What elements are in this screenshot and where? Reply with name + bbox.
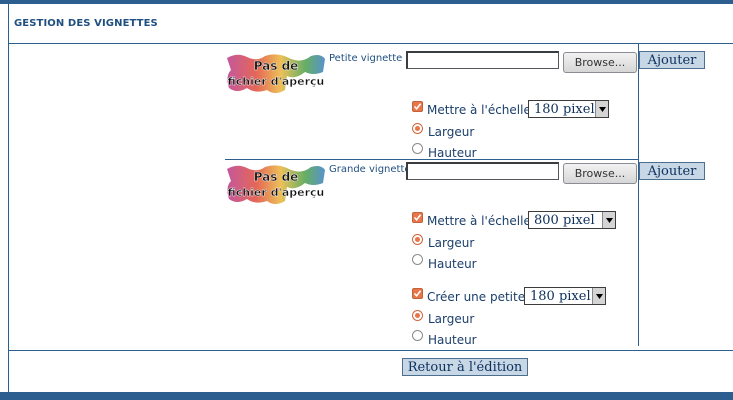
create-small-checkbox[interactable]	[412, 288, 423, 299]
chevron-down-icon	[602, 212, 615, 228]
create-width-label: Largeur	[428, 312, 475, 326]
create-small-select[interactable]: 180 pixel	[524, 287, 606, 305]
preview-text-line1: Pas de	[254, 170, 299, 184]
small-thumbnail-browse-button[interactable]: Browse...	[563, 52, 637, 73]
footer-divider	[8, 350, 733, 351]
left-border	[8, 4, 9, 392]
large-thumbnail-preview: Pas de fichier d'aperçu	[227, 165, 325, 204]
check-icon	[413, 290, 422, 298]
create-height-label: Hauteur	[428, 333, 477, 347]
small-scale-label: Mettre à l'échelle	[427, 103, 531, 117]
large-thumbnail-add-button[interactable]: Ajouter	[639, 162, 705, 180]
small-thumbnail-add-button[interactable]: Ajouter	[639, 51, 705, 69]
check-icon	[413, 103, 422, 111]
small-scale-checkbox[interactable]	[412, 101, 423, 112]
small-width-radio[interactable]	[412, 123, 423, 134]
chevron-down-icon	[595, 101, 608, 117]
create-width-radio[interactable]	[412, 310, 423, 321]
large-height-radio[interactable]	[412, 254, 423, 265]
small-thumbnail-label: Petite vignette	[329, 53, 403, 64]
small-scale-select[interactable]: 180 pixel	[528, 100, 609, 118]
large-width-label: Largeur	[428, 236, 475, 250]
preview-text-line1: Pas de	[254, 59, 299, 73]
small-height-label: Hauteur	[428, 146, 477, 160]
bottom-border	[0, 392, 733, 400]
large-scale-label: Mettre à l'échelle	[427, 214, 531, 228]
create-small-label: Créer une petite	[427, 290, 526, 304]
create-small-value: 180 pixel	[530, 288, 591, 304]
create-height-radio[interactable]	[412, 330, 423, 341]
large-thumbnail-browse-button[interactable]: Browse...	[563, 163, 637, 184]
large-width-radio[interactable]	[412, 234, 423, 245]
large-scale-checkbox[interactable]	[412, 212, 423, 223]
check-icon	[413, 214, 422, 222]
back-to-edit-button[interactable]: Retour à l'édition	[402, 358, 528, 376]
right-column-divider	[638, 43, 639, 346]
small-width-label: Largeur	[428, 125, 475, 139]
large-scale-select[interactable]: 800 pixel	[528, 211, 616, 229]
small-thumbnail-preview: Pas de fichier d'aperçu	[227, 54, 325, 93]
large-height-label: Hauteur	[428, 257, 477, 271]
preview-text-line2: fichier d'aperçu	[228, 75, 325, 88]
header-divider	[8, 43, 733, 44]
large-scale-value: 800 pixel	[534, 212, 595, 228]
top-border	[0, 0, 733, 4]
small-thumbnail-file-input[interactable]	[406, 51, 559, 69]
small-height-radio[interactable]	[412, 143, 423, 154]
small-scale-value: 180 pixel	[534, 101, 595, 117]
large-thumbnail-label: Grande vignette	[329, 164, 411, 175]
large-thumbnail-file-input[interactable]	[406, 162, 559, 180]
preview-text-line2: fichier d'aperçu	[228, 186, 325, 199]
chevron-down-icon	[592, 288, 605, 304]
page-title: GESTION DES VIGNETTES	[14, 18, 158, 29]
